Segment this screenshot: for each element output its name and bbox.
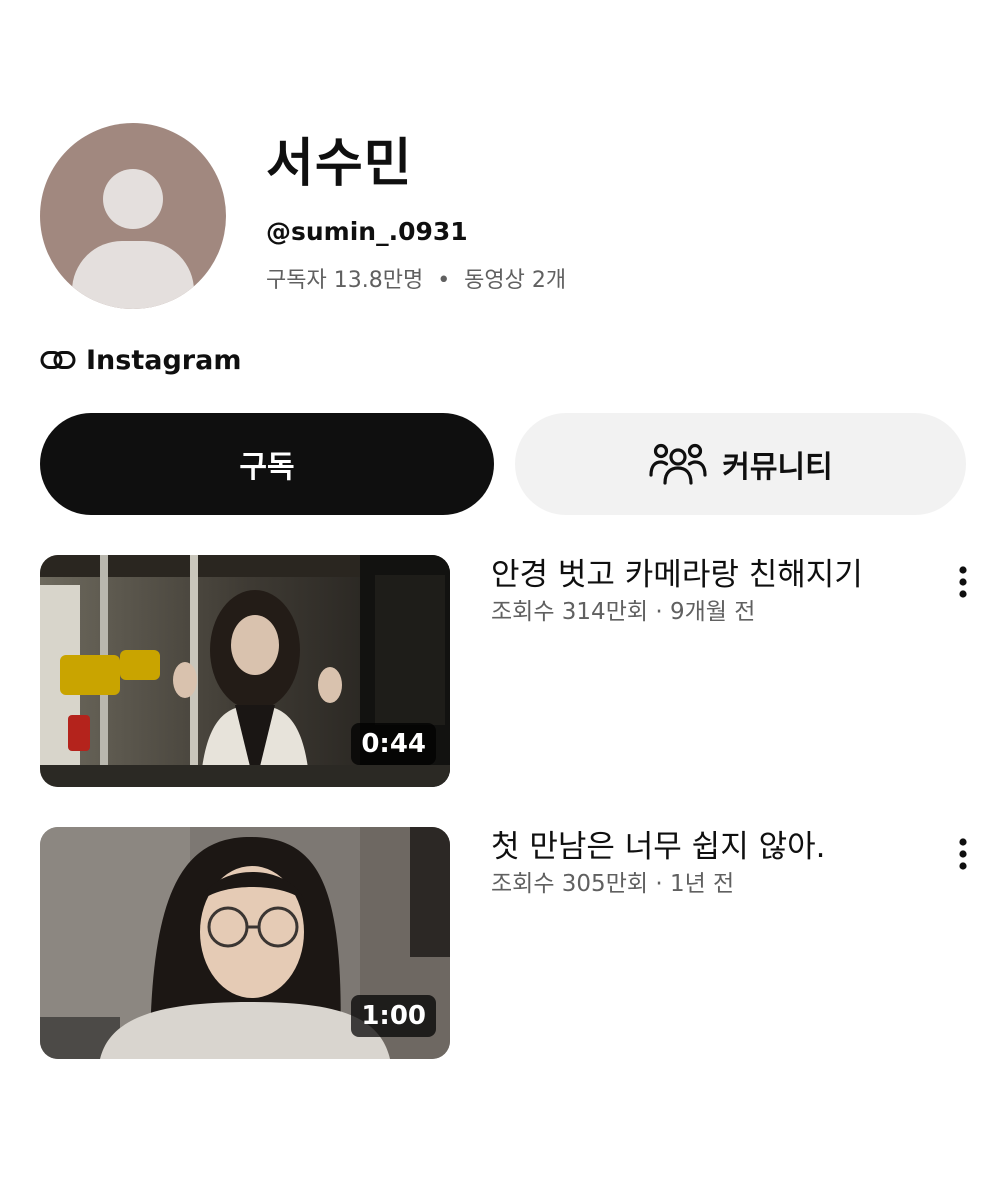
- subscriber-count: 구독자 13.8만명: [266, 268, 424, 293]
- channel-avatar[interactable]: [40, 123, 226, 309]
- channel-handle: @sumin_.0931: [266, 217, 468, 246]
- video-title[interactable]: 첫 만남은 너무 쉽지 않아.: [491, 827, 911, 867]
- video-thumbnail[interactable]: 1:00: [40, 827, 450, 1059]
- video-item[interactable]: 0:44 안경 벗고 카메라랑 친해지기 조회수 314만회 · 9개월 전: [40, 555, 967, 787]
- channel-link-instagram[interactable]: Instagram: [40, 340, 241, 380]
- link-icon: [40, 351, 76, 369]
- default-avatar-icon: [103, 169, 163, 229]
- video-duration: 1:00: [351, 995, 436, 1037]
- default-avatar-body: [72, 241, 194, 309]
- community-button[interactable]: 커뮤니티: [515, 413, 966, 515]
- video-item[interactable]: 1:00 첫 만남은 너무 쉽지 않아. 조회수 305만회 · 1년 전: [40, 827, 967, 1059]
- video-count: 동영상 2개: [464, 268, 567, 293]
- people-icon: [649, 443, 707, 485]
- video-meta: 조회수 314만회 · 9개월 전: [491, 599, 756, 625]
- channel-name: 서수민: [266, 134, 413, 194]
- channel-stats: 구독자 13.8만명 • 동영상 2개: [266, 266, 566, 296]
- more-vertical-icon[interactable]: [943, 832, 983, 876]
- video-duration: 0:44: [351, 723, 436, 765]
- subscribe-button[interactable]: 구독: [40, 413, 494, 515]
- video-title[interactable]: 안경 벗고 카메라랑 친해지기: [491, 555, 911, 595]
- link-label: Instagram: [86, 344, 242, 376]
- community-label: 커뮤니티: [722, 450, 833, 485]
- subscribe-label: 구독: [239, 450, 295, 485]
- stats-separator: •: [437, 268, 451, 293]
- more-vertical-icon[interactable]: [943, 560, 983, 604]
- video-thumbnail[interactable]: 0:44: [40, 555, 450, 787]
- video-meta: 조회수 305만회 · 1년 전: [491, 871, 735, 897]
